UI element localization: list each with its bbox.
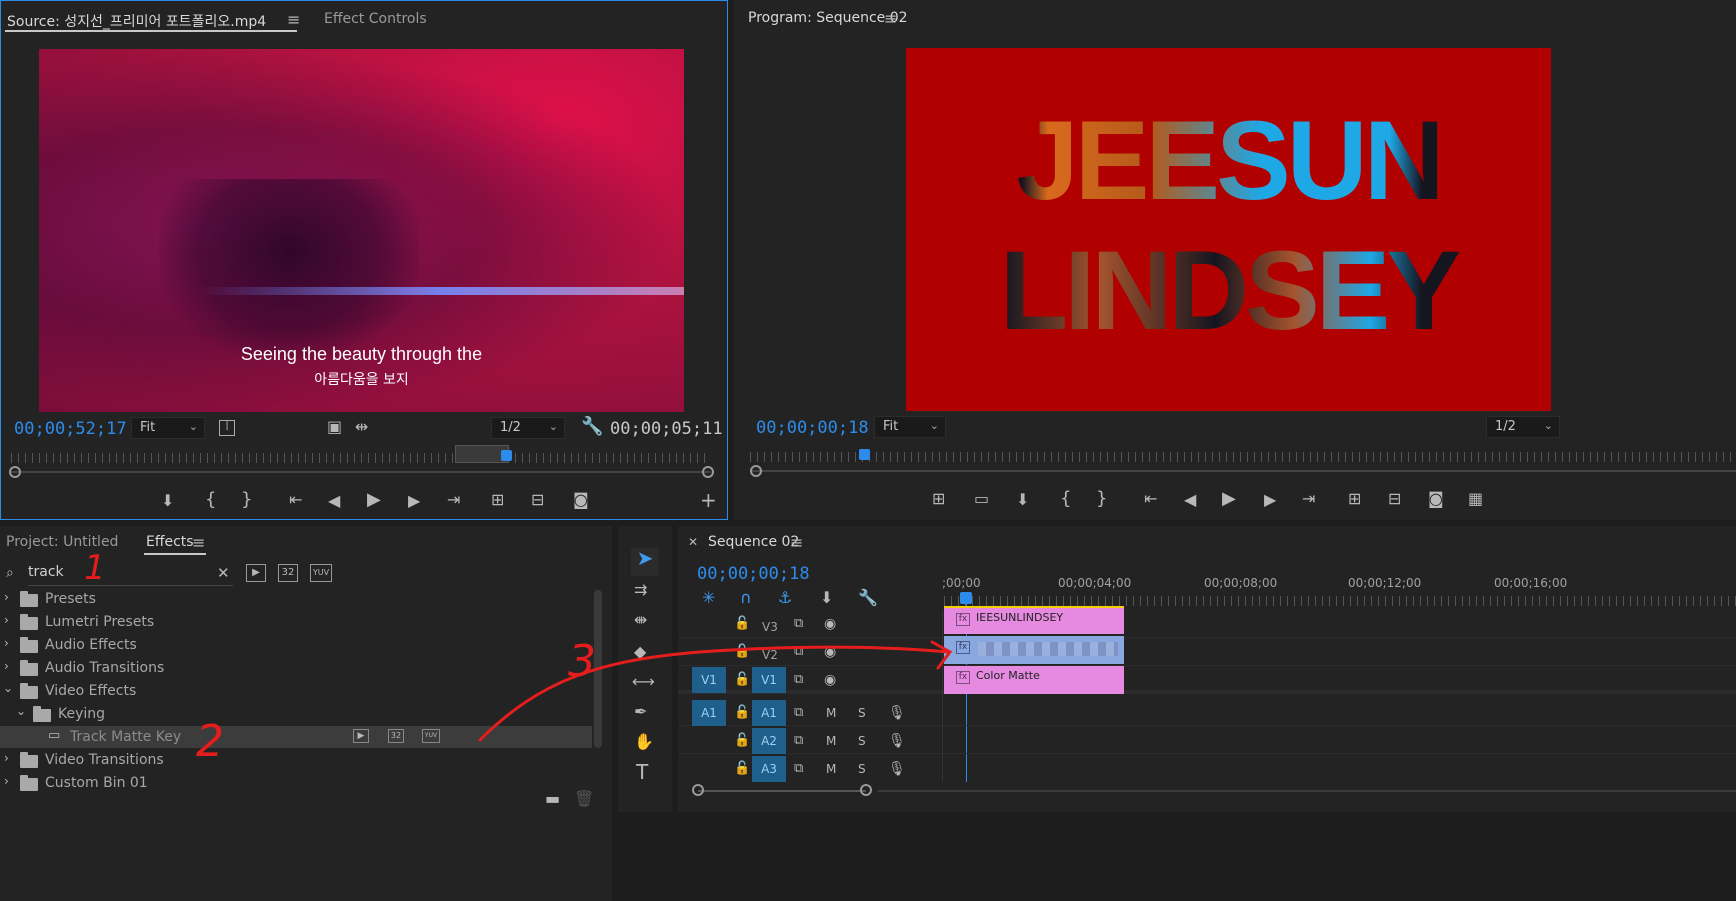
annotation-arrow xyxy=(478,640,953,742)
annotation-arrow-path xyxy=(478,645,950,742)
annotation-arrowhead xyxy=(930,640,953,670)
